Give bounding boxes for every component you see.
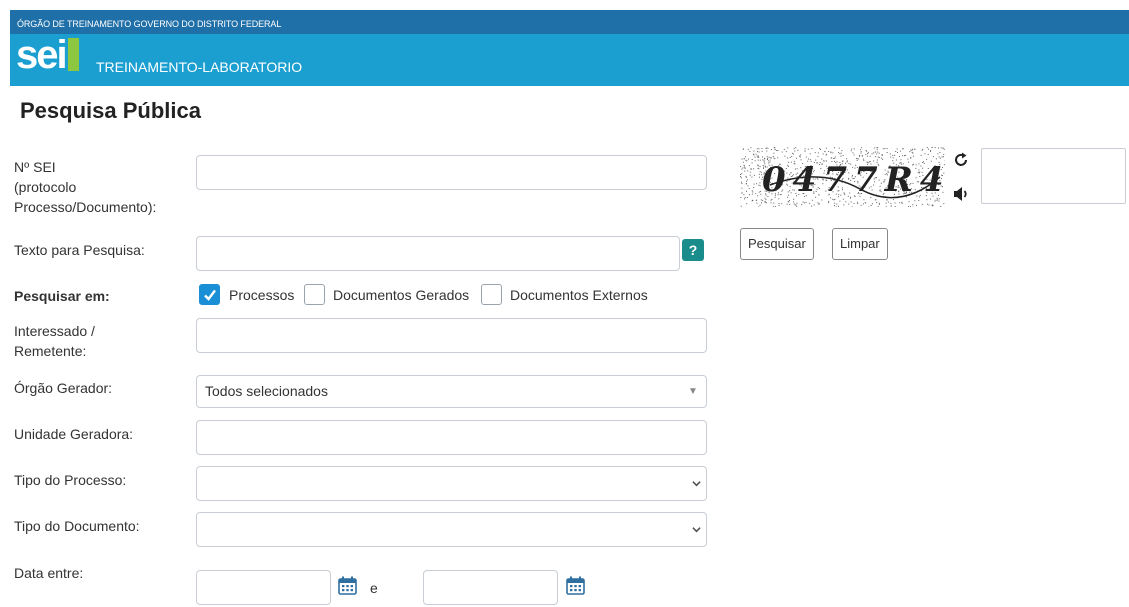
captcha-image: 0477R4	[740, 147, 945, 207]
captcha-code: 0477R4	[762, 160, 945, 200]
unidade-geradora-label: Unidade Geradora:	[14, 426, 134, 442]
unidade-geradora-input[interactable]	[196, 420, 707, 455]
checkbox-documentos-externos[interactable]	[481, 284, 502, 305]
logo-exclamation-icon	[67, 38, 79, 71]
orgao-gerador-select[interactable]: Todos selecionados	[196, 375, 707, 408]
nsei-label: Nº SEI (protocolo Processo/Documento):	[14, 159, 157, 215]
page-title: Pesquisa Pública	[20, 98, 201, 123]
captcha-input[interactable]	[981, 148, 1126, 204]
texto-input[interactable]	[196, 236, 680, 271]
checkbox-documentos-externos-label: Documentos Externos	[510, 287, 648, 303]
texto-label: Texto para Pesquisa:	[14, 242, 145, 258]
sei-logo[interactable]: sei	[16, 35, 79, 75]
top-banner: ÓRGÃO DE TREINAMENTO GOVERNO DO DISTRITO…	[10, 10, 1129, 34]
clear-button[interactable]: Limpar	[832, 228, 888, 260]
brand-bar: sei TREINAMENTO-LABORATORIO	[10, 34, 1129, 86]
orgao-gerador-label: Órgão Gerador:	[14, 380, 113, 396]
data-entre-label: Data entre:	[14, 565, 84, 581]
checkbox-processos-label: Processos	[229, 287, 295, 303]
checkbox-documentos-gerados[interactable]	[304, 284, 325, 305]
tipo-documento-select[interactable]	[196, 512, 707, 547]
date-to-input[interactable]	[423, 570, 558, 605]
chevron-down-icon	[692, 527, 701, 533]
org-name: ÓRGÃO DE TREINAMENTO GOVERNO DO DISTRITO…	[17, 19, 282, 29]
orgao-gerador-value: Todos selecionados	[205, 383, 328, 399]
calendar-icon[interactable]	[566, 576, 585, 595]
checkbox-processos[interactable]	[199, 284, 220, 305]
speaker-icon[interactable]	[952, 185, 970, 203]
tipo-processo-select[interactable]	[196, 466, 707, 501]
help-button[interactable]: ?	[682, 239, 704, 261]
tipo-documento-label: Tipo do Documento:	[14, 518, 140, 534]
refresh-icon[interactable]	[952, 151, 970, 169]
date-conjunction: e	[370, 580, 378, 596]
date-from-input[interactable]	[196, 570, 331, 605]
interessado-input[interactable]	[196, 318, 707, 353]
search-button[interactable]: Pesquisar	[740, 228, 814, 260]
check-icon	[204, 289, 216, 301]
unit-name: TREINAMENTO-LABORATORIO	[96, 59, 303, 75]
pesquisar-em-label: Pesquisar em:	[14, 288, 110, 304]
interessado-label: Interessado / Remetente:	[14, 323, 95, 359]
calendar-icon[interactable]	[338, 576, 357, 595]
dropdown-arrow-icon: ▼	[688, 386, 698, 397]
nsei-input[interactable]	[196, 155, 707, 190]
tipo-processo-label: Tipo do Processo:	[14, 472, 127, 488]
checkbox-documentos-gerados-label: Documentos Gerados	[333, 287, 470, 303]
chevron-down-icon	[692, 481, 701, 487]
